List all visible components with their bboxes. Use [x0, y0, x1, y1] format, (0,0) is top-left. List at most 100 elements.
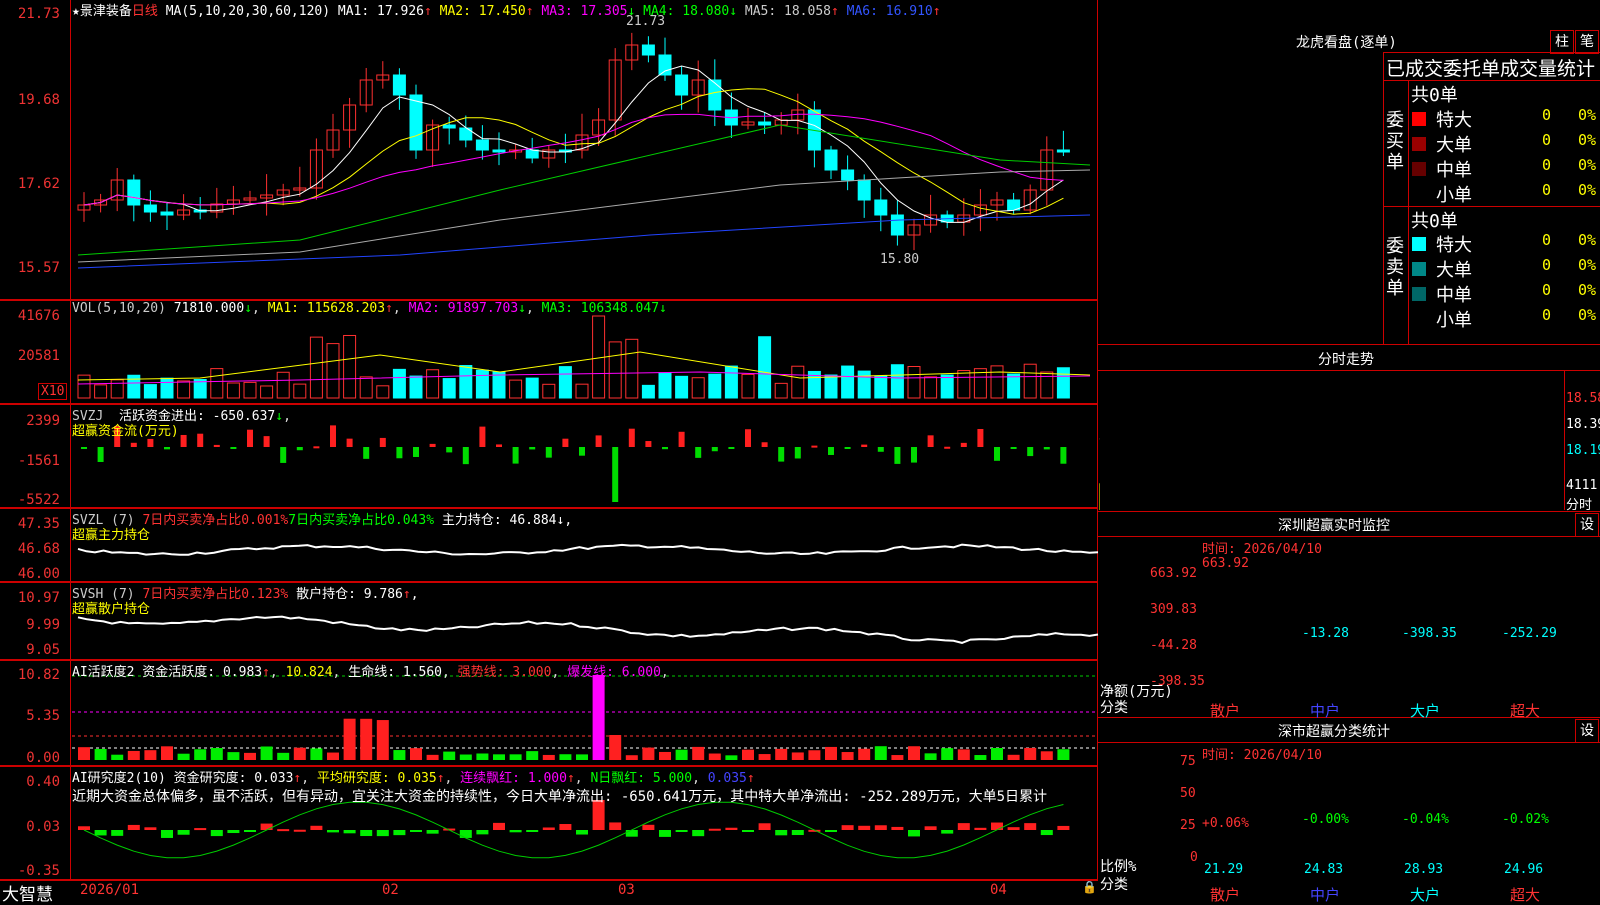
dragon-swatch: [1412, 262, 1426, 276]
svzj-bar: [313, 446, 320, 449]
ai2-bar: [576, 830, 588, 835]
ai1-bar: [1057, 749, 1070, 760]
volume-bar: [841, 365, 855, 399]
favorite-star-icon[interactable]: ★: [72, 4, 80, 19]
ai1-bar: [957, 749, 970, 760]
dragon-row-count: 0: [1542, 106, 1552, 124]
svzj-bar: [595, 435, 602, 447]
ai1-bar: [476, 753, 489, 760]
candle-body: [641, 44, 655, 56]
volume-bar: [177, 380, 191, 399]
svzj-bar: [645, 441, 652, 447]
ai2-bar: [244, 830, 256, 832]
ai2-bar: [675, 830, 688, 832]
ai1-bar: [227, 752, 240, 760]
monitor-value: -252.29: [1502, 626, 1557, 641]
svzj-bar: [296, 447, 303, 451]
svzj-bar: [761, 442, 768, 447]
classify-tick: 25: [1180, 818, 1196, 833]
classify-cat: 大户: [1410, 886, 1441, 904]
svzj-tick: -5522: [17, 492, 60, 508]
svzj-bar: [794, 447, 801, 459]
intraday-vlabel: 分时: [1566, 498, 1593, 513]
volume-bar: [492, 371, 506, 399]
ai1-bar: [576, 754, 588, 760]
dragon-row-count: 0: [1542, 181, 1552, 199]
ai1-bar: [708, 753, 721, 760]
dragon-row-pct: 0%: [1578, 231, 1597, 249]
ai1-bar: [559, 754, 572, 760]
dragon-row-count: 0: [1542, 256, 1552, 274]
classify-val: 24.96: [1504, 862, 1544, 877]
svzj-bar: [811, 445, 818, 448]
monitor-tick: 309.83: [1150, 602, 1197, 617]
price-tick: 17.62: [17, 176, 60, 192]
ai2-bar: [891, 826, 904, 830]
dragon-row-pct: 0%: [1578, 281, 1597, 299]
ai2-bar: [957, 823, 970, 830]
period-label[interactable]: 日线: [132, 4, 158, 19]
volume-bar: [741, 373, 755, 399]
date-tick: 2026/01: [80, 882, 140, 898]
candle-body: [409, 94, 423, 151]
volume-bar: [160, 377, 174, 399]
ai1-bar: [841, 752, 854, 760]
ai2-bar: [410, 830, 422, 832]
svzj-bar: [745, 429, 751, 447]
candle-body: [857, 179, 871, 201]
ai1-bar: [526, 751, 539, 760]
ai1-tick: 5.35: [26, 708, 60, 724]
ai2-bar: [459, 830, 472, 838]
volume-bar: [1056, 367, 1070, 399]
ai2-bar: [692, 830, 705, 837]
svzl-sub: 超赢主力持仓: [72, 528, 151, 543]
ai2-bar: [625, 830, 638, 837]
ai1-bar: [210, 748, 223, 760]
vol-tick: 41676: [17, 308, 60, 324]
vol-unit[interactable]: X10: [38, 383, 68, 400]
ai2-bar: [127, 824, 140, 830]
svzj-bar: [612, 447, 619, 502]
ai1-bar: [924, 753, 937, 760]
ai2-bar: [526, 830, 539, 832]
sell-label: 委卖单: [1386, 236, 1404, 299]
volume-bar: [608, 341, 622, 399]
volume-bar: [293, 383, 307, 399]
svzl-tick: 47.35: [17, 516, 60, 532]
ai1-bar: [426, 754, 439, 760]
volume-bar: [890, 364, 904, 399]
volume-bar: [791, 365, 805, 399]
classify-tick: 50: [1180, 786, 1196, 801]
svzj-bar: [579, 447, 585, 456]
ai2-bar: [791, 830, 804, 836]
ai2-bar: [227, 830, 240, 834]
classify-cat: 散户: [1210, 886, 1241, 904]
vol-ma-line: [77, 351, 1091, 381]
monitor-cat: 散户: [1210, 702, 1241, 720]
svzj-bar: [960, 442, 967, 447]
volume-bar: [110, 379, 124, 399]
volume-bar: [210, 368, 224, 399]
candle-body: [675, 74, 689, 96]
svzj-bar: [1010, 447, 1017, 449]
volume-bar: [276, 371, 290, 399]
svzj-bar: [695, 447, 702, 458]
svzj-bar: [944, 446, 951, 449]
tick-view-button[interactable]: 笔: [1575, 30, 1599, 54]
dragon-swatch: [1412, 312, 1426, 326]
ai1-bar: [659, 751, 671, 760]
classify-title: 深市超赢分类统计: [1278, 724, 1390, 740]
dragon-swatch: [1412, 162, 1426, 176]
classify-ylabel: 比例%: [1100, 859, 1137, 875]
ai2-bar: [924, 826, 937, 830]
ai1-bar: [194, 749, 207, 760]
volume-bar: [675, 375, 689, 399]
ai2-bar: [94, 830, 107, 836]
svzj-bar: [180, 434, 187, 447]
lock-icon[interactable]: 🔒: [1082, 880, 1097, 894]
volume-bar: [824, 374, 838, 399]
bar-view-button[interactable]: 柱: [1550, 30, 1574, 54]
monitor-settings-button[interactable]: 设: [1575, 513, 1599, 537]
classify-settings-button[interactable]: 设: [1575, 719, 1599, 743]
dragon-row-pct: 0%: [1578, 256, 1597, 274]
